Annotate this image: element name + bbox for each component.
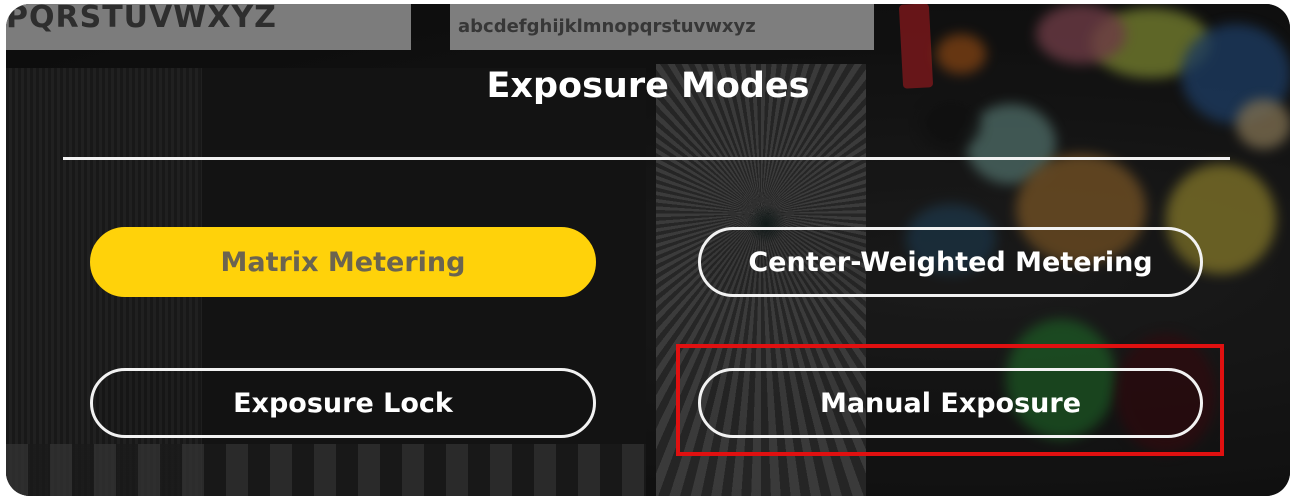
exposure-modes-panel: PQRSTUVWXYZ abcdefghijklmnopqrstuvwxyz E… — [6, 4, 1290, 496]
menu-title: Exposure Modes — [486, 66, 810, 106]
matrix-metering-button[interactable]: Matrix Metering — [90, 227, 596, 297]
manual-exposure-button[interactable]: Manual Exposure — [698, 368, 1203, 438]
center-weighted-metering-button[interactable]: Center-Weighted Metering — [698, 227, 1203, 297]
exposure-lock-button[interactable]: Exposure Lock — [90, 368, 596, 438]
title-divider — [63, 157, 1230, 160]
